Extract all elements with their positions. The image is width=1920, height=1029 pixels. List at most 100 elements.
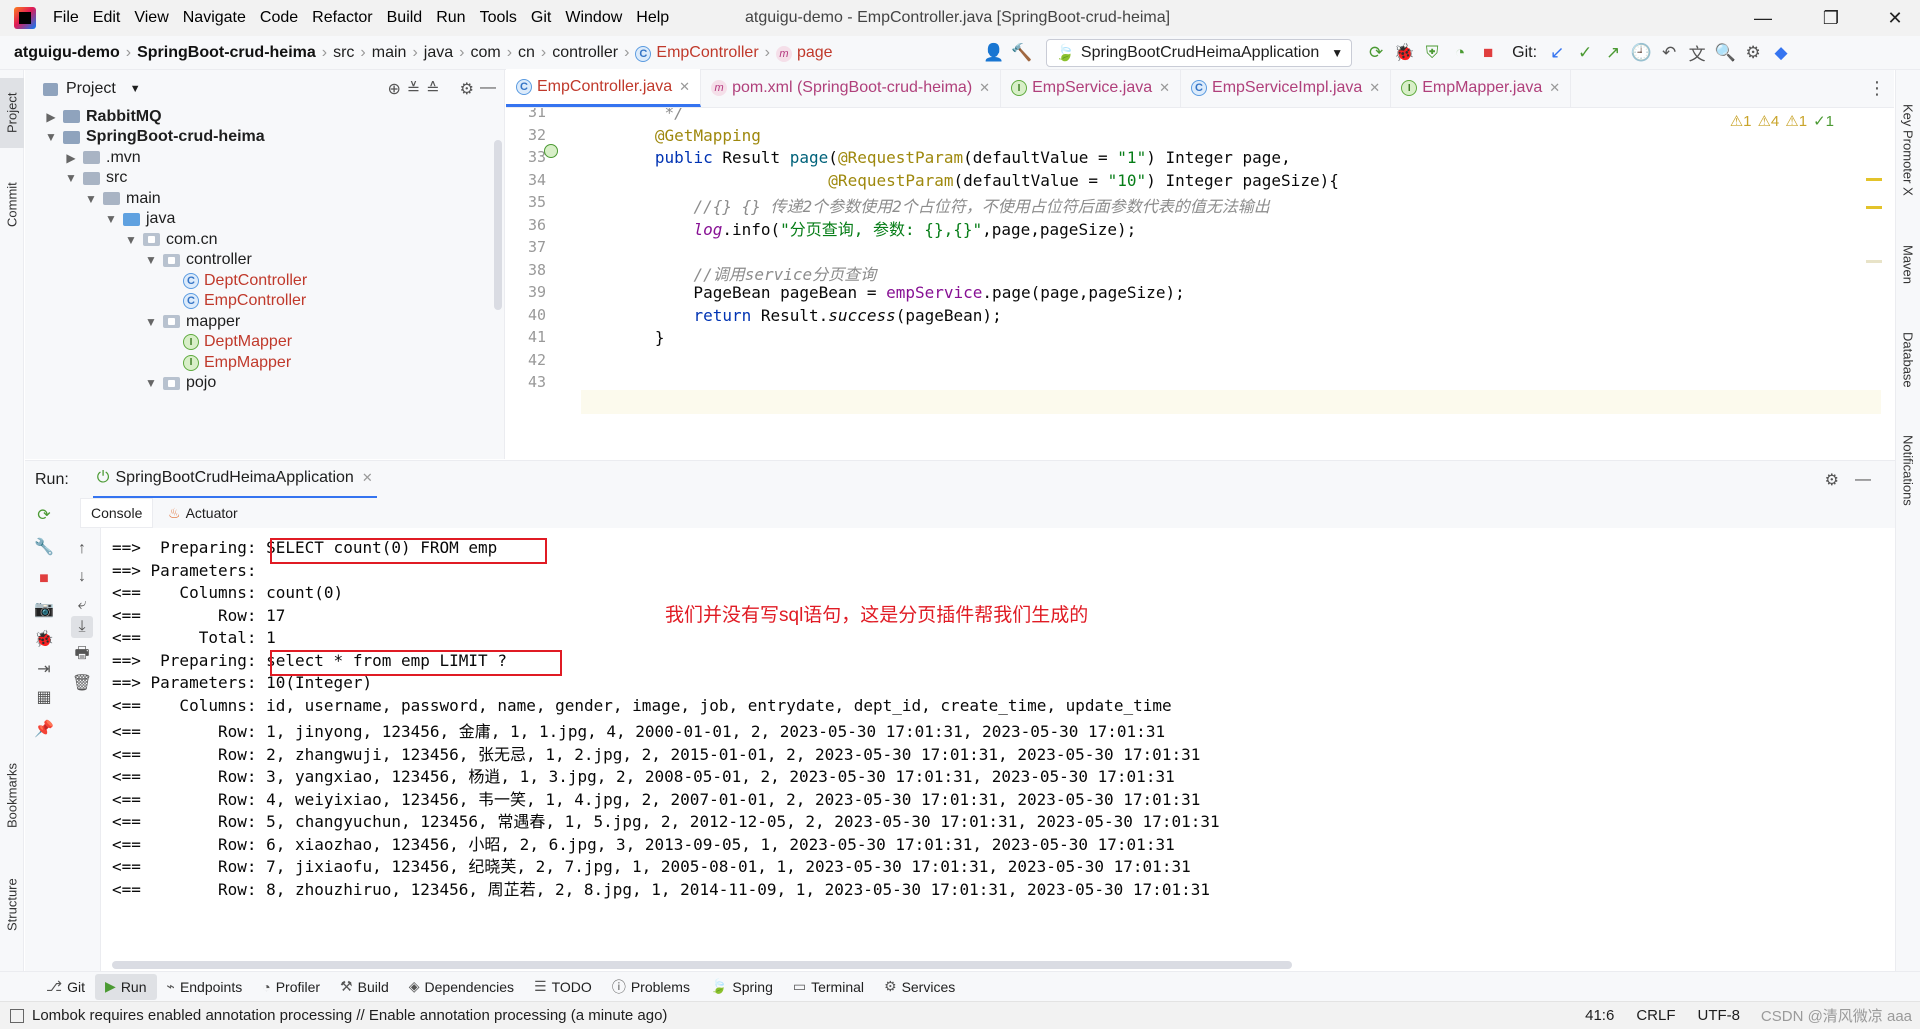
menu-window[interactable]: Window [558,9,629,27]
menu-git[interactable]: Git [524,9,558,27]
pin-icon[interactable]: 📌 [33,718,55,740]
breadcrumb-item[interactable]: m page [775,44,833,62]
layout-icon[interactable]: ▦ [33,686,55,708]
settings-gear-icon[interactable]: ⚙ [1825,470,1839,490]
locate-icon[interactable]: ⊕ [387,79,400,99]
tool-tab-todo[interactable]: ☰ TODO [524,974,602,1000]
tool-tab-build[interactable]: ⚒ Build [330,974,399,1000]
commit-tool-tab[interactable]: Commit [0,170,24,240]
editor-tab[interactable]: C EmpController.java ✕ [506,69,702,107]
more-tabs-icon[interactable]: ⋮ [1868,78,1886,99]
menu-code[interactable]: Code [253,9,305,27]
chevron-down-icon[interactable]: ▼ [130,83,141,95]
chevron-down-icon[interactable]: ▼ [123,233,139,247]
project-scrollbar[interactable] [494,140,502,310]
debug-icon[interactable]: 🐞 [1390,39,1418,67]
expand-all-icon[interactable]: ≚ [407,79,420,99]
rerun-icon[interactable]: ⟳ [1362,39,1390,67]
tool-tab-spring[interactable]: 🍃 Spring [700,974,783,1000]
tool-tab-profiler[interactable]: ◔ Profiler [252,974,330,1000]
inspection-widget[interactable]: ⚠1 ⚠4 ⚠1 ✓1 [1730,112,1834,130]
exit-icon[interactable]: ⇥ [33,658,55,680]
tool-tab-services[interactable]: ⚙ Services [874,974,965,1000]
breadcrumb-item[interactable]: main [372,44,407,62]
console-output[interactable]: ==> Preparing: SELECT count(0) FROM emp =… [102,528,1880,971]
menu-view[interactable]: View [127,9,175,27]
close-tab-icon[interactable]: ✕ [1549,80,1560,96]
tab-console[interactable]: Console [80,498,154,528]
tool-tab-problems[interactable]: ⓘ Problems [602,974,700,1000]
print-icon[interactable]: 🖶 [71,644,93,666]
hide-icon[interactable]: — [480,79,496,99]
stop-icon[interactable]: ■ [33,568,55,590]
maven-tab[interactable]: Maven [1896,230,1920,300]
chevron-down-icon[interactable]: ▼ [43,130,59,144]
breadcrumb-item[interactable]: controller [552,44,618,62]
menu-run[interactable]: Run [429,9,472,27]
chevron-down-icon[interactable]: ▼ [83,192,99,206]
breadcrumb-item[interactable]: atguigu-demo [14,44,120,62]
chevron-right-icon[interactable]: ▶ [63,151,79,165]
build-hammer-icon[interactable]: 🔨 [1008,39,1036,67]
history-icon[interactable]: 🕘 [1627,39,1655,67]
close-window-button[interactable]: ✕ [1872,0,1918,36]
settings-gear-icon[interactable]: ⚙ [1739,39,1767,67]
menu-build[interactable]: Build [380,9,430,27]
close-tab-icon[interactable]: ✕ [362,470,373,486]
wrench-icon[interactable]: 🔧 [33,536,55,558]
breadcrumb-item[interactable]: src [333,44,354,62]
caret-position[interactable]: 41:6 [1585,1007,1614,1024]
inspection-count[interactable]: ⚠1 [1730,112,1752,130]
tree-node-pojo[interactable]: ▼ pojo [143,371,216,396]
status-message[interactable]: Lombok requires enabled annotation proce… [32,1007,667,1024]
breadcrumb-item[interactable]: C EmpController [635,44,759,62]
menu-navigate[interactable]: Navigate [176,9,253,27]
tool-tab-run[interactable]: ▶ Run [95,973,157,1000]
breadcrumb-item[interactable]: cn [518,44,535,62]
close-tab-icon[interactable]: ✕ [979,80,990,96]
line-separator[interactable]: CRLF [1636,1007,1675,1024]
editor-tab[interactable]: I EmpService.java ✕ [1001,69,1182,107]
close-tab-icon[interactable]: ✕ [679,79,690,95]
editor-tab[interactable]: m pom.xml (SpringBoot-crud-heima) ✕ [701,69,1002,107]
coverage-icon[interactable]: ⛨ [1418,39,1446,67]
bookmarks-tool-tab[interactable]: Bookmarks [0,750,24,840]
settings-gear-icon[interactable]: ⚙ [460,79,474,99]
key-promoter-tab[interactable]: Key Promoter X [1896,90,1920,210]
database-tab[interactable]: Database [1896,320,1920,400]
run-config-tab[interactable]: ⏻ SpringBootCrudHeimaApplication ✕ [92,461,377,499]
jetbrains-toolbox-icon[interactable]: ◆ [1767,39,1795,67]
chevron-down-icon[interactable]: ▼ [143,315,159,329]
arrow-down-icon[interactable]: ↓ [71,566,93,588]
soft-wrap-icon[interactable]: ⤶ [71,594,93,616]
breadcrumb-item[interactable]: java [424,44,453,62]
profile-icon[interactable]: ◔ [1446,39,1474,67]
warning-stripe-marker[interactable] [1866,178,1882,181]
file-encoding[interactable]: UTF-8 [1698,1007,1741,1024]
close-tab-icon[interactable]: ✕ [1159,80,1170,96]
project-tool-tab[interactable]: Project [0,78,24,148]
camera-icon[interactable]: 📷 [33,598,55,620]
arrow-up-icon[interactable]: ↑ [71,538,93,560]
menu-tools[interactable]: Tools [473,9,524,27]
status-checkbox-icon[interactable] [10,1008,24,1023]
git-update-icon[interactable]: ↙ [1543,39,1571,67]
collapse-all-icon[interactable]: ≙ [426,79,439,99]
menu-refactor[interactable]: Refactor [305,9,379,27]
minimize-button[interactable]: — [1740,0,1786,36]
chevron-down-icon[interactable]: ▼ [143,376,159,390]
chevron-down-icon[interactable]: ▼ [103,212,119,226]
user-icon[interactable]: 👤 [980,39,1008,67]
inspection-count[interactable]: ⚠1 [1785,112,1807,130]
spring-endpoint-gutter-icon[interactable] [544,144,558,158]
chevron-down-icon[interactable]: ▼ [63,171,79,185]
warning-stripe-marker[interactable] [1866,206,1882,209]
search-icon[interactable]: 🔍 [1711,39,1739,67]
maximize-button[interactable]: ❐ [1808,0,1854,36]
git-push-icon[interactable]: ↗ [1599,39,1627,67]
code-editor[interactable]: 31 32 33 34 35 36 37 38 39 40 41 42 43 */ @GetMappin… [506,108,1894,459]
menu-help[interactable]: Help [629,9,676,27]
rerun-icon[interactable]: ⟳ [33,504,55,526]
editor-tab[interactable]: C EmpServiceImpl.java ✕ [1181,69,1392,107]
tool-tab-terminal[interactable]: ▭ Terminal [783,974,874,1000]
